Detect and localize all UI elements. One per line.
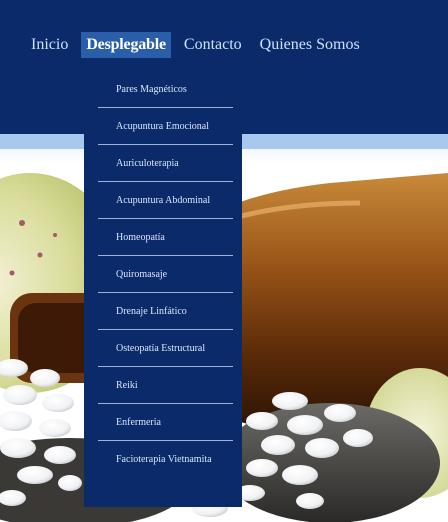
dropdown-item-label: Acupuntura Abdominal bbox=[116, 195, 211, 206]
dropdown-item-label: Enfermeria bbox=[116, 417, 161, 428]
nav-item-desplegable[interactable]: Desplegable bbox=[81, 32, 171, 58]
dropdown-item-acupuntura-emocional[interactable]: Acupuntura Emocional bbox=[98, 108, 233, 145]
dropdown-item-label: Acupuntura Emocional bbox=[116, 121, 210, 132]
dropdown-item-quiromasaje[interactable]: Quiromasaje bbox=[98, 256, 233, 293]
nav-item-contacto[interactable]: Contacto bbox=[179, 32, 247, 58]
dropdown-item-facioterapia-vietnamita[interactable]: Facioterapia Vietnamita bbox=[98, 441, 233, 478]
dropdown-item-acupuntura-abdominal[interactable]: Acupuntura Abdominal bbox=[98, 182, 233, 219]
dropdown-item-label: Auriculoterapia bbox=[116, 158, 179, 169]
main-nav: Inicio Desplegable Contacto Quienes Somo… bbox=[26, 32, 373, 58]
dropdown-item-label: Reiki bbox=[116, 380, 138, 391]
dropdown-item-osteopatia-estructural[interactable]: Osteopatía Estructural bbox=[98, 330, 233, 367]
dropdown-item-drenaje-linfatico[interactable]: Drenaje Linfático bbox=[98, 293, 233, 330]
dropdown-item-pares-magneticos[interactable]: Pares Magnéticos bbox=[98, 71, 233, 108]
dropdown-item-label: Facioterapia Vietnamita bbox=[116, 454, 212, 465]
dropdown-item-label: Osteopatía Estructural bbox=[116, 343, 206, 354]
dropdown-item-enfermeria[interactable]: Enfermeria bbox=[98, 404, 233, 441]
dropdown-item-label: Homeopatía bbox=[116, 232, 165, 243]
dropdown-item-label: Drenaje Linfático bbox=[116, 306, 187, 317]
nav-item-quienes-somos[interactable]: Quienes Somos bbox=[255, 32, 365, 58]
dropdown-item-auriculoterapia[interactable]: Auriculoterapia bbox=[98, 145, 233, 182]
dropdown-item-label: Pares Magnéticos bbox=[116, 84, 187, 95]
dropdown-item-homeopatia[interactable]: Homeopatía bbox=[98, 219, 233, 256]
dropdown-item-reiki[interactable]: Reiki bbox=[98, 367, 233, 404]
nav-item-inicio[interactable]: Inicio bbox=[26, 32, 73, 58]
dropdown-item-label: Quiromasaje bbox=[116, 269, 168, 280]
dropdown-menu: Pares Magnéticos Acupuntura Emocional Au… bbox=[84, 71, 242, 507]
